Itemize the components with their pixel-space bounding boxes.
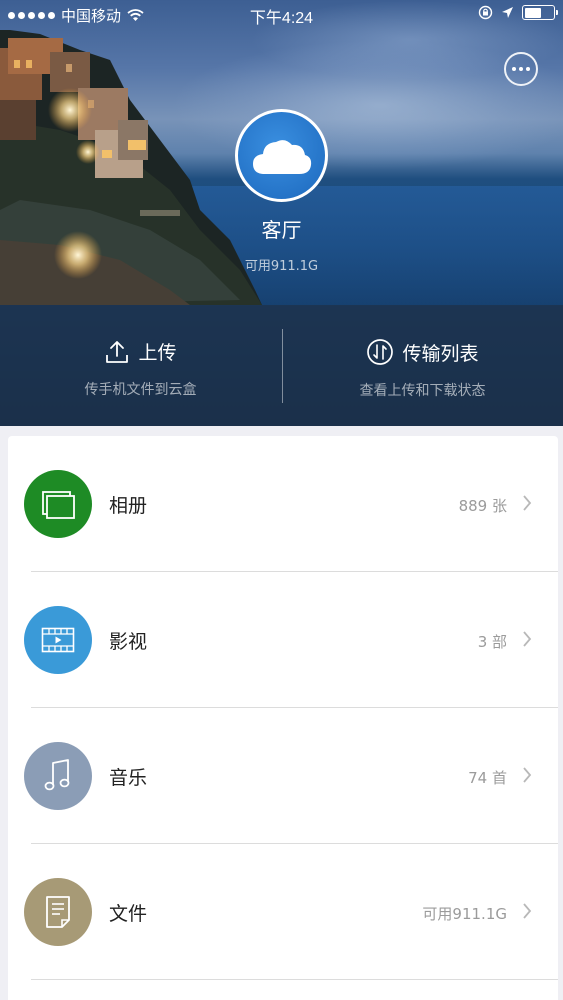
list-item-count: 3 部 [477,633,507,651]
battery-icon [522,5,558,20]
chevron-right-icon [523,495,532,511]
photo-album-icon [42,491,75,519]
device-name: 客厅 [261,218,302,242]
list-item-videos[interactable]: 影视 3 部 [8,572,558,708]
photo-album-icon-badge [24,470,92,538]
orientation-lock-icon [478,5,493,20]
more-dot-icon [519,67,523,71]
chevron-right-icon [523,631,532,647]
hero-banner: 中国移动 下午4:24 客厅 可用911.1G 上传 传手机文件到云盒 传输列表… [0,0,563,426]
row-divider [31,979,558,980]
transfer-subtitle: 查看上传和下载状态 [359,383,486,399]
upload-button[interactable]: 上传 传手机文件到云盒 [0,322,281,412]
list-item-count: 74 首 [468,769,507,787]
chevron-right-icon [523,767,532,783]
upload-subtitle: 传手机文件到云盒 [84,382,197,398]
document-icon [46,896,70,928]
list-item-music[interactable]: 音乐 74 首 [8,708,558,844]
cloud-icon [252,139,311,174]
document-icon-badge [24,878,92,946]
library-list: 相册 889 张 影视 3 部 音乐 74 首 文件 可用911.1G [8,436,558,1000]
more-dot-icon [512,67,516,71]
list-item-count: 889 张 [458,497,507,515]
list-item-label: 文件 [109,903,148,925]
transfer-label: 传输列表 [402,342,479,365]
list-item-label: 相册 [109,495,148,517]
list-item-photos[interactable]: 相册 889 张 [8,436,558,572]
transfer-list-button[interactable]: 传输列表 查看上传和下载状态 [282,322,563,412]
more-options-button[interactable] [504,52,538,86]
list-item-files[interactable]: 文件 可用911.1G [8,844,558,980]
status-bar: 中国移动 下午4:24 [0,0,563,28]
list-item-label: 影视 [109,631,148,653]
list-item-label: 音乐 [109,767,148,789]
transfer-icon [367,339,394,365]
device-storage: 可用911.1G [244,259,319,274]
film-icon-badge [24,606,92,674]
upload-icon [106,340,129,363]
music-note-icon-badge [24,742,92,810]
more-dot-icon [526,67,530,71]
location-arrow-icon [502,7,513,18]
action-divider [282,329,283,403]
chevron-right-icon [523,903,532,919]
film-icon [41,627,75,653]
device-avatar[interactable] [235,109,328,202]
upload-label: 上传 [138,342,177,364]
list-item-count: 可用911.1G [422,905,507,923]
music-note-icon [44,759,70,791]
